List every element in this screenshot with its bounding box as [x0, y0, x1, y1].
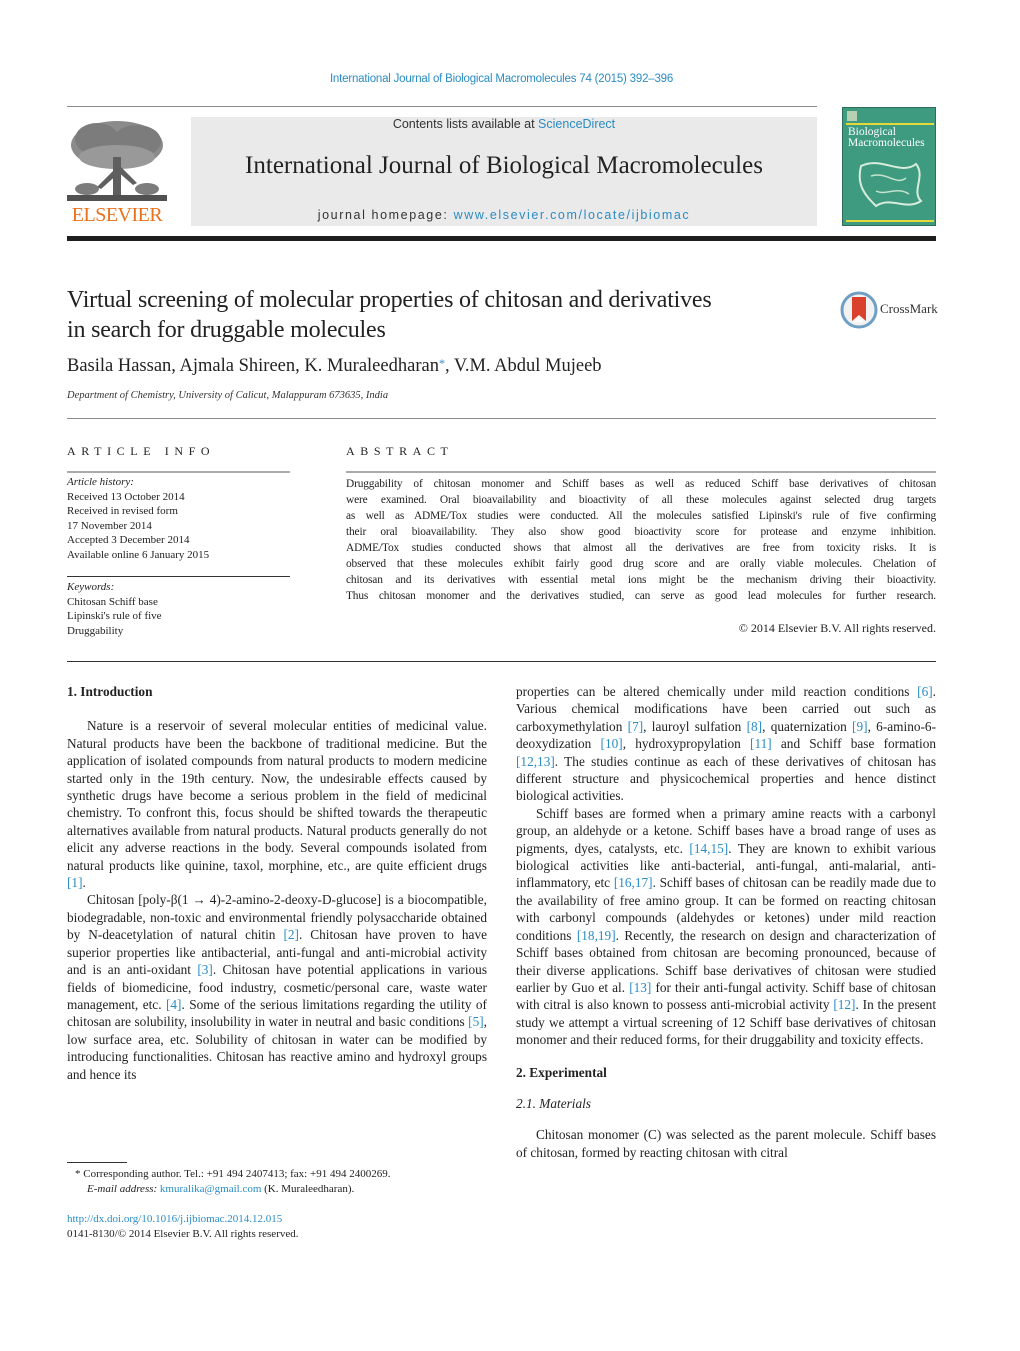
- abstract-line: chitosan and its derivatives with essent…: [346, 574, 936, 586]
- abstract-line: as well as ADME/Tox studies were conduct…: [346, 510, 936, 522]
- cover-stripe-bottom: [846, 220, 934, 222]
- citation-link[interactable]: [7]: [628, 719, 644, 734]
- article-title: Virtual screening of molecular propertie…: [67, 285, 827, 345]
- keyword: Druggability: [67, 624, 124, 637]
- crossmark-label: CrossMark: [880, 301, 938, 316]
- footnote-line-2: E-mail address: kmuralika@gmail.com (K. …: [75, 1182, 495, 1197]
- history-label: Article history:: [67, 476, 134, 488]
- crossmark-icon: [840, 291, 878, 329]
- contents-prefix: Contents lists available at: [392, 117, 539, 131]
- abstract-line: were examined. Oral bioavailability and …: [346, 494, 936, 506]
- cover-stripe-top: [846, 123, 934, 125]
- corresponding-author-footnote: * Corresponding author. Tel.: +91 494 24…: [75, 1167, 495, 1197]
- affiliation: Department of Chemistry, University of C…: [67, 390, 389, 401]
- citation-link[interactable]: [18,19]: [577, 928, 616, 943]
- journal-name: International Journal of Biological Macr…: [245, 152, 763, 179]
- body-right-column: properties can be altered chemically und…: [516, 683, 936, 1161]
- elsevier-logo[interactable]: ELSEVIER: [67, 117, 167, 227]
- authors-main: Basila Hassan, Ajmala Shireen, K. Murale…: [67, 356, 439, 376]
- journal-banner: Contents lists available at ScienceDirec…: [191, 117, 817, 226]
- history-item: 17 November 2014: [67, 519, 152, 532]
- article-history: Article history: Received 13 October 201…: [67, 475, 290, 562]
- title-line1: Virtual screening of molecular propertie…: [67, 287, 712, 313]
- citation-link[interactable]: [16,17]: [614, 875, 653, 890]
- banner-thick-rule: [67, 236, 936, 241]
- abstract-line: Thus chitosan monomer and the derivative…: [346, 590, 936, 602]
- running-header[interactable]: International Journal of Biological Macr…: [0, 73, 1003, 85]
- abstract-line: their oral bioavailability. They also sh…: [346, 526, 936, 538]
- citation-link[interactable]: [12,13]: [516, 754, 555, 769]
- email-label: E-mail address:: [87, 1183, 160, 1195]
- history-item: Accepted 3 December 2014: [67, 534, 190, 546]
- citation-link[interactable]: [4]: [166, 997, 182, 1012]
- history-item: Received in revised form: [67, 505, 178, 517]
- abstract-heading: ABSTRACT: [346, 444, 454, 458]
- citation-link[interactable]: [9]: [852, 719, 868, 734]
- abstract-body: Druggability of chitosan monomer and Sch…: [346, 476, 936, 604]
- citation-link[interactable]: [13]: [629, 980, 651, 995]
- keywords: Keywords: Chitosan Schiff base Lipinski'…: [67, 580, 290, 638]
- keywords-label: Keywords:: [67, 581, 115, 593]
- crossmark-button[interactable]: CrossMark: [840, 291, 940, 331]
- elsevier-wordmark: ELSEVIER: [71, 204, 163, 226]
- article-info-rule: [67, 471, 290, 473]
- citation-link[interactable]: [11]: [750, 736, 772, 751]
- citation-link[interactable]: [6]: [917, 684, 933, 699]
- citation-link[interactable]: [2]: [283, 927, 299, 942]
- intro-paragraph-4: Schiff bases are formed when a primary a…: [516, 805, 937, 1048]
- title-line2: in search for druggable molecules: [67, 317, 386, 343]
- materials-paragraph-1: Chitosan monomer (C) was selected as the…: [516, 1127, 936, 1160]
- subsection-heading-materials: 2.1. Materials: [516, 1095, 591, 1111]
- abstract-line: Druggability of chitosan monomer and Sch…: [346, 478, 936, 490]
- doi-link[interactable]: http://dx.doi.org/10.1016/j.ijbiomac.201…: [67, 1213, 282, 1225]
- intro-paragraph-2: Chitosan [poly-β(1 → 4)-2-amino-2-deoxy-…: [67, 892, 487, 1082]
- section-heading-experimental: 2. Experimental: [516, 1064, 607, 1080]
- contents-line: Contents lists available at ScienceDirec…: [191, 117, 817, 131]
- front-matter-rule: [67, 661, 936, 662]
- email-suffix: (K. Muraleedharan).: [261, 1183, 355, 1195]
- abstract-line: observed that these molecules exhibit fa…: [346, 558, 936, 570]
- header-rule: [67, 106, 817, 107]
- citation-link[interactable]: [10]: [601, 736, 623, 751]
- intro-paragraph-1: Nature is a reservoir of several molecul…: [67, 718, 487, 891]
- authors-tail: , V.M. Abdul Mujeeb: [444, 356, 602, 376]
- homepage-line: journal homepage: www.elsevier.com/locat…: [191, 208, 817, 222]
- citation-link[interactable]: [12]: [833, 997, 855, 1012]
- keywords-rule: [67, 576, 290, 577]
- history-item: Received 13 October 2014: [67, 490, 185, 503]
- doi-block: http://dx.doi.org/10.1016/j.ijbiomac.201…: [67, 1212, 299, 1242]
- article-info-heading: ARTICLE INFO: [67, 444, 216, 458]
- journal-homepage-link[interactable]: www.elsevier.com/locate/ijbiomac: [454, 208, 691, 222]
- sciencedirect-link[interactable]: ScienceDirect: [538, 117, 615, 131]
- history-item: Available online 6 January 2015: [67, 548, 210, 561]
- section-heading-introduction: 1. Introduction: [67, 684, 153, 699]
- footnote-rule: [67, 1162, 127, 1163]
- keyword: Chitosan Schiff base: [67, 595, 158, 608]
- abstract-copyright: © 2014 Elsevier B.V. All rights reserved…: [738, 621, 936, 635]
- citation-link[interactable]: [1]: [67, 875, 83, 890]
- keyword: Lipinski's rule of five: [67, 610, 162, 622]
- homepage-prefix: journal homepage:: [317, 208, 454, 222]
- cover-title-line2: Macromolecules: [848, 137, 925, 149]
- footnote-contact: Corresponding author. Tel.: +91 494 2407…: [80, 1168, 391, 1180]
- citation-link[interactable]: [8]: [747, 719, 763, 734]
- body-left-column: 1. Introduction Nature is a reservoir of…: [67, 683, 487, 1083]
- cover-title: Biological Macromolecules: [848, 126, 935, 149]
- protein-structure-icon: [858, 162, 923, 208]
- issn-line: 0141-8130/© 2014 Elsevier B.V. All right…: [67, 1228, 299, 1240]
- abstract-rule: [346, 471, 936, 473]
- citation-link[interactable]: [5]: [468, 1014, 484, 1029]
- citation-link[interactable]: [3]: [197, 962, 213, 977]
- citation-link[interactable]: [14,15]: [689, 841, 728, 856]
- footnote-line-1: * Corresponding author. Tel.: +91 494 24…: [75, 1167, 495, 1182]
- journal-cover-thumbnail[interactable]: Biological Macromolecules: [842, 107, 936, 226]
- affiliation-rule: [67, 418, 936, 419]
- author-email-link[interactable]: kmuralika@gmail.com: [160, 1183, 261, 1195]
- elsevier-tree-icon: [67, 117, 167, 205]
- author-list: Basila Hassan, Ajmala Shireen, K. Murale…: [67, 356, 602, 377]
- abstract-line: ADME/Tox studies conducted shows that al…: [346, 542, 936, 554]
- intro-paragraph-3: properties can be altered chemically und…: [516, 684, 936, 804]
- cover-publisher-mark: [847, 111, 857, 121]
